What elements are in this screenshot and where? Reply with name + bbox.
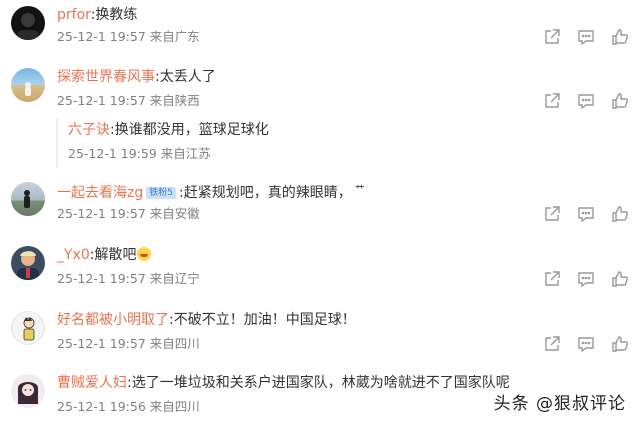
timestamp: 25-12-1 19:57: [57, 271, 146, 286]
share-icon[interactable]: [543, 92, 561, 110]
username[interactable]: 好名都被小明取了: [57, 312, 169, 328]
like-icon[interactable]: [611, 270, 629, 288]
timestamp: 25-12-1 19:57: [57, 336, 146, 351]
watermark: 头条 @狠叔评论: [493, 394, 626, 414]
username[interactable]: 曹贼爱人妇: [57, 375, 127, 391]
comment-item: 一起去看海zg 铁粉5:赶紧规划吧，真的辣眼睛，艹 25-12-1 19:57 来…: [0, 176, 640, 231]
share-icon[interactable]: [543, 335, 561, 353]
comment-item: _Yx0:解散吧 25-12-1 19:57 来自辽宁: [0, 240, 640, 295]
reply-username[interactable]: 六子诀: [68, 122, 110, 138]
timestamp: 25-12-1 19:57: [57, 29, 146, 44]
reply-timestamp: 25-12-1 19:59: [68, 146, 157, 161]
comment-text: :选了一堆垃圾和关系户进国家队，林葳为啥就进不了国家队呢: [127, 375, 510, 391]
avatar[interactable]: [11, 182, 45, 216]
comment-text: :不破不立！加油！中国足球！: [169, 312, 356, 328]
avatar[interactable]: [11, 246, 45, 280]
comment-item: 探索世界春风事:太丢人了 25-12-1 19:57 来自陕西 六子诀:换谁都没…: [0, 62, 640, 172]
comment-icon[interactable]: [577, 205, 595, 223]
avatar[interactable]: [11, 374, 45, 408]
location: 来自广东: [149, 29, 200, 44]
username[interactable]: 一起去看海zg: [57, 185, 143, 201]
comment-text: :太丢人了: [155, 69, 216, 85]
reply-block: 六子诀:换谁都没用，篮球足球化 25-12-1 19:59 来自江苏: [56, 118, 618, 168]
comment-icon[interactable]: [577, 335, 595, 353]
action-icons: [543, 205, 629, 223]
laugh-emoji-icon: [137, 247, 152, 261]
symbol: 艹: [354, 185, 365, 196]
share-icon[interactable]: [543, 270, 561, 288]
avatar[interactable]: [11, 311, 45, 345]
username[interactable]: _Yx0: [57, 247, 90, 263]
action-icons: [543, 92, 629, 110]
comment-text: :解散吧: [89, 247, 137, 263]
location: 来自陕西: [149, 93, 200, 108]
location: 来自四川: [149, 399, 200, 414]
timestamp: 25-12-1 19:57: [57, 93, 146, 108]
comment-text: :赶紧规划吧，真的辣眼睛，: [178, 185, 352, 201]
action-icons: [543, 28, 629, 46]
avatar[interactable]: [11, 68, 45, 102]
username[interactable]: prfor: [57, 7, 91, 23]
comment-icon[interactable]: [577, 92, 595, 110]
avatar[interactable]: [11, 6, 45, 40]
timestamp: 25-12-1 19:56: [57, 399, 146, 414]
location: 来自辽宁: [149, 271, 200, 286]
comment-text: :换教练: [90, 7, 138, 23]
comment-icon[interactable]: [577, 28, 595, 46]
share-icon[interactable]: [543, 205, 561, 223]
username[interactable]: 探索世界春风事: [57, 69, 155, 85]
reply-location: 来自江苏: [160, 146, 211, 161]
comment-item: prfor:换教练 25-12-1 19:57 来自广东: [0, 0, 640, 50]
share-icon[interactable]: [543, 28, 561, 46]
like-icon[interactable]: [611, 335, 629, 353]
location: 来自四川: [149, 336, 200, 351]
action-icons: [543, 270, 629, 288]
comment-item: 好名都被小明取了:不破不立！加油！中国足球！ 25-12-1 19:57 来自四…: [0, 305, 640, 360]
fan-badge: 铁粉5: [146, 187, 176, 199]
like-icon[interactable]: [611, 205, 629, 223]
action-icons: [543, 335, 629, 353]
location: 来自安徽: [149, 206, 200, 221]
timestamp: 25-12-1 19:57: [57, 206, 146, 221]
like-icon[interactable]: [611, 28, 629, 46]
reply-text: :换谁都没用，篮球足球化: [110, 122, 269, 138]
comment-icon[interactable]: [577, 270, 595, 288]
like-icon[interactable]: [611, 92, 629, 110]
